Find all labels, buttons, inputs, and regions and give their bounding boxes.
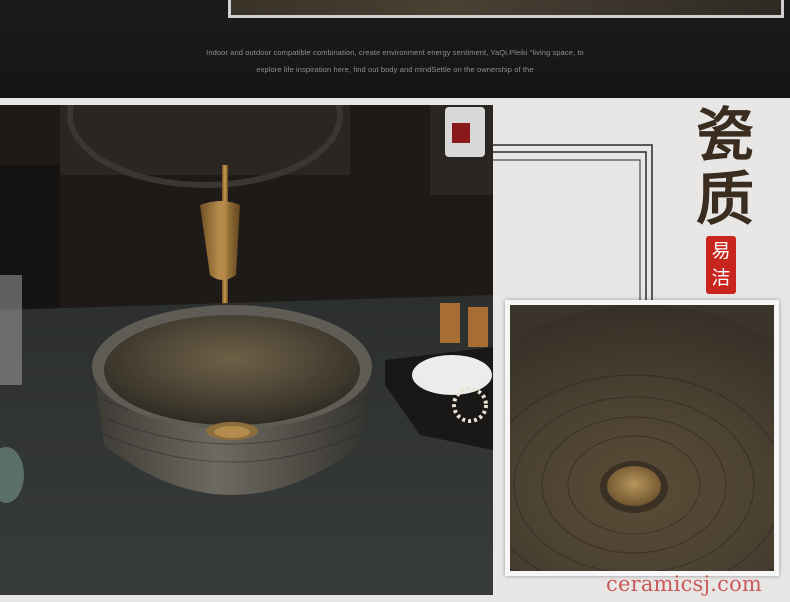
title-char-zhi: 质 <box>695 165 754 233</box>
banner-tagline-line1: Indoor and outdoor compatible combinatio… <box>206 48 584 57</box>
title-char-ci: 瓷 <box>695 101 754 169</box>
basin-closeup-illustration <box>510 305 774 571</box>
washbasin-scene-illustration <box>0 105 493 595</box>
banner-tagline-line2: explore life inspiration here, find out … <box>256 65 534 74</box>
product-photo <box>0 105 493 595</box>
red-seal-stamp: 易 洁 <box>706 236 736 294</box>
seal-char-jie: 洁 <box>711 267 731 289</box>
top-banner-photo-edge <box>228 0 784 18</box>
seal-char-yi: 易 <box>711 240 731 262</box>
detail-closeup-frame <box>505 300 779 576</box>
watermark-text: ceramicsj.com <box>606 572 763 596</box>
top-banner: Indoor and outdoor compatible combinatio… <box>0 0 790 98</box>
